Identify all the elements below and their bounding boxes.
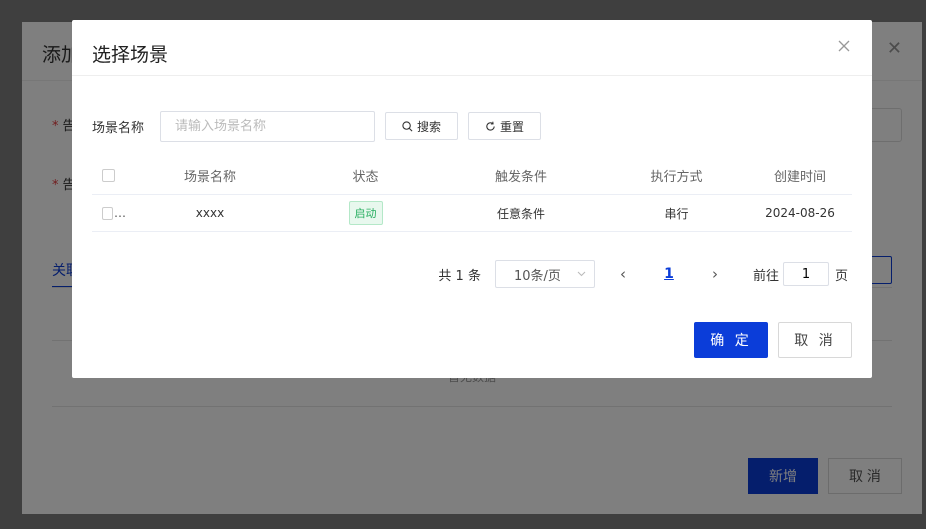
page-size-value: 10条/页 xyxy=(513,268,561,284)
cell-name: xxxx xyxy=(195,206,225,220)
row-checkbox-cell: … xyxy=(92,206,126,220)
header-checkbox-cell xyxy=(92,168,126,182)
select-all-checkbox[interactable] xyxy=(102,168,115,182)
table-row[interactable]: … xxxx 启动 任意条件 串行 2024-08-26 xyxy=(92,195,852,232)
search-icon xyxy=(402,120,413,131)
cancel-button[interactable]: 取 消 xyxy=(778,322,852,358)
column-header-created: 创建时间 xyxy=(773,169,826,185)
column-header-name: 场景名称 xyxy=(183,169,236,185)
cell-created: 2024-08-26 xyxy=(765,206,835,220)
pagination: 共 1 条 10条/页 ‹ 1 › 前往 页 xyxy=(438,260,848,288)
select-scene-modal: 选择场景 场景名称 搜索 重置 场景名称 状态 触发条件 执行方式 创建时间 …… xyxy=(72,20,872,378)
reset-button-label: 重置 xyxy=(499,119,524,134)
modal-title: 选择场景 xyxy=(92,44,169,66)
search-button[interactable]: 搜索 xyxy=(385,112,458,140)
status-badge: 启动 xyxy=(348,201,383,225)
page-unit-label: 页 xyxy=(834,268,848,284)
refresh-icon xyxy=(486,121,495,131)
close-icon[interactable] xyxy=(836,38,852,54)
cell-exec: 串行 xyxy=(664,206,689,221)
scene-name-input[interactable] xyxy=(160,110,375,142)
pagination-total: 共 1 条 xyxy=(438,268,481,284)
search-bar: 场景名称 搜索 重置 xyxy=(92,110,541,142)
modal-header: 选择场景 xyxy=(72,20,872,76)
cell-status: 启动 xyxy=(294,201,437,225)
reset-button[interactable]: 重置 xyxy=(468,112,541,140)
chevron-down-icon xyxy=(577,271,586,277)
cell-trigger: 任意条件 xyxy=(496,206,545,221)
next-page-icon[interactable]: › xyxy=(699,265,731,283)
goto-label: 前往 xyxy=(752,268,779,284)
goto-page-input[interactable] xyxy=(782,262,829,286)
prev-page-icon[interactable]: ‹ xyxy=(607,265,639,283)
search-button-label: 搜索 xyxy=(416,119,441,134)
page-size-select[interactable]: 10条/页 xyxy=(494,260,595,288)
column-header-status: 状态 xyxy=(352,169,379,185)
scene-table: 场景名称 状态 触发条件 执行方式 创建时间 … xxxx 启动 任意条件 串行… xyxy=(92,156,852,232)
column-header-exec: 执行方式 xyxy=(650,169,703,185)
table-header: 场景名称 状态 触发条件 执行方式 创建时间 xyxy=(92,156,852,195)
row-checkbox[interactable] xyxy=(102,206,113,220)
column-header-trigger: 触发条件 xyxy=(494,169,547,185)
confirm-button[interactable]: 确 定 xyxy=(694,322,768,358)
search-label: 场景名称 xyxy=(92,120,145,136)
page-number[interactable]: 1 xyxy=(639,266,699,282)
ellipsis-text: … xyxy=(114,206,126,220)
